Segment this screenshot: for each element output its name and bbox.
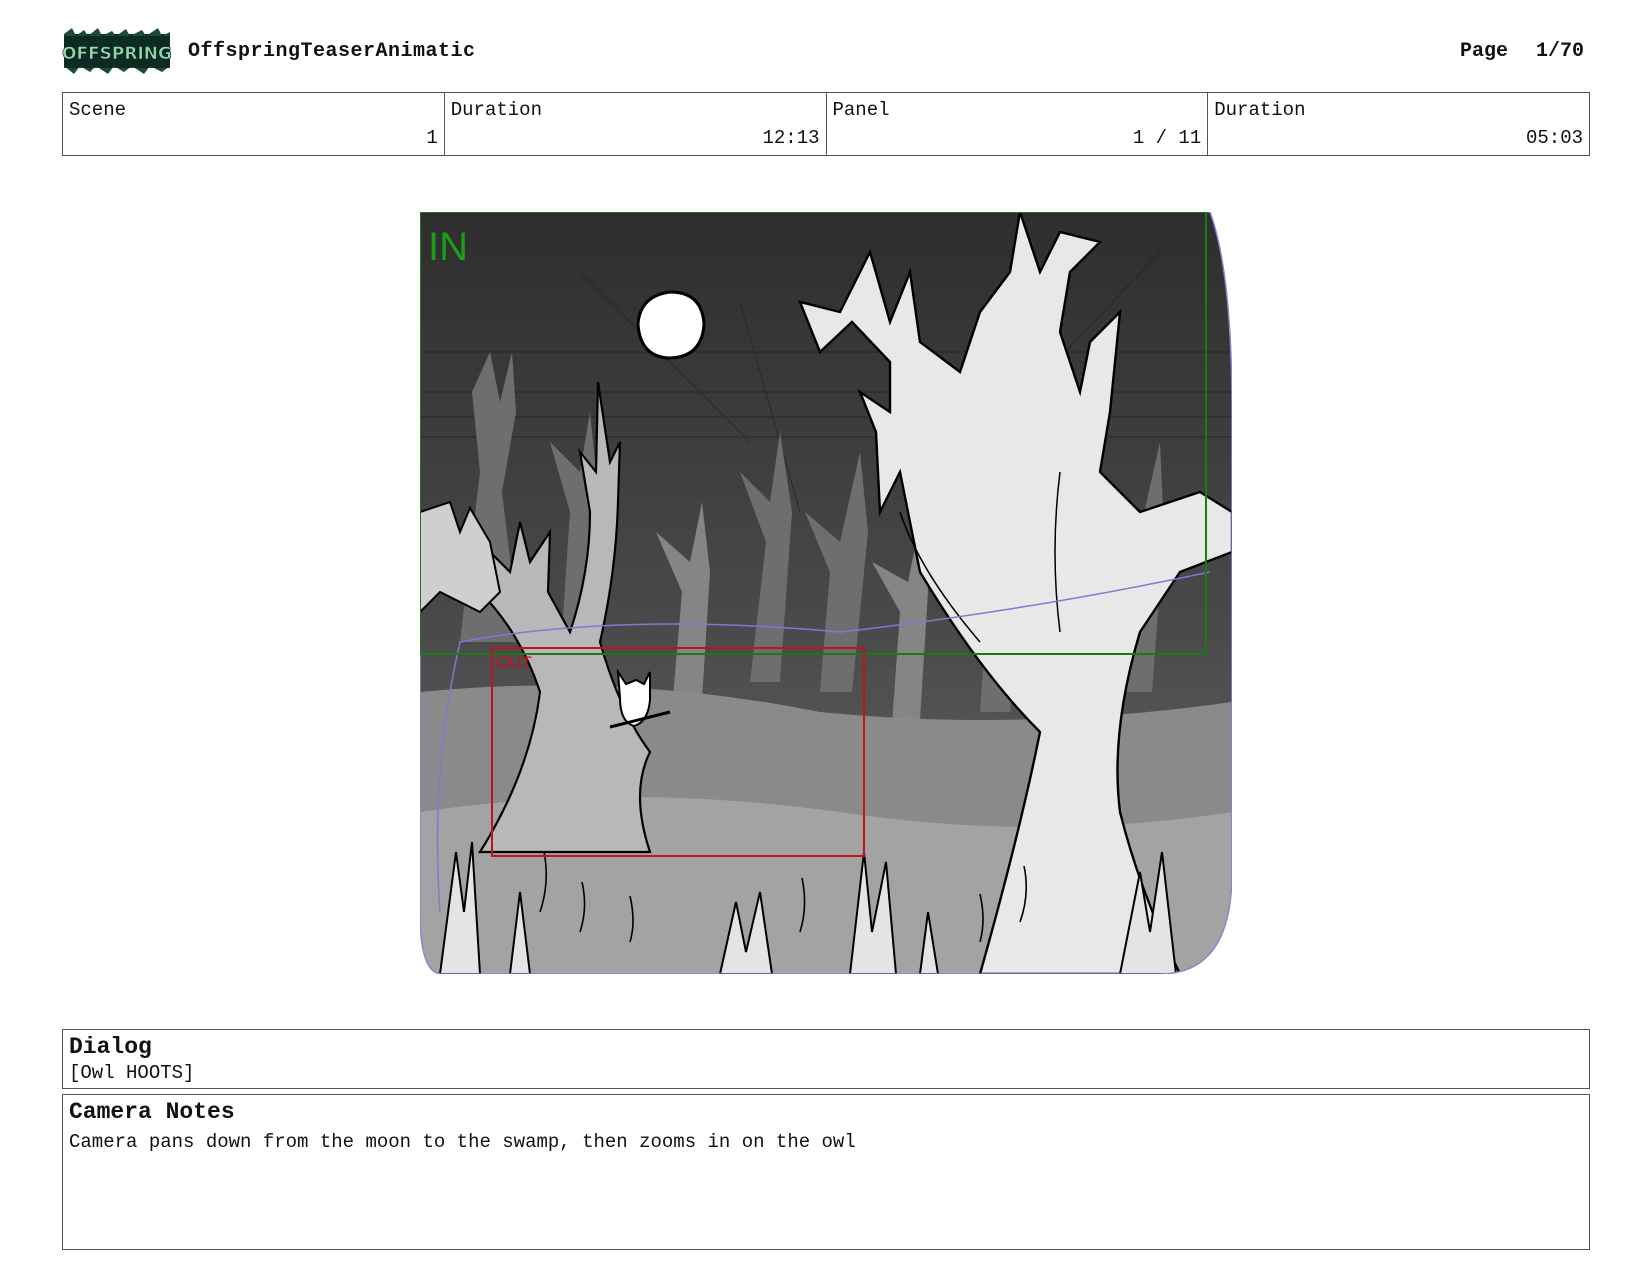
page-header: OFFSPRING OffspringTeaserAnimatic Page 1… xyxy=(62,28,1592,74)
panel-cell: Panel 1 / 11 xyxy=(827,93,1209,155)
camera-notes-text: Camera pans down from the moon to the sw… xyxy=(69,1131,856,1153)
panel-value: 1 / 11 xyxy=(1132,127,1202,149)
scene-info-table: Scene 1 Duration 12:13 Panel 1 / 11 Dura… xyxy=(62,92,1590,156)
dialog-text: [Owl HOOTS] xyxy=(69,1062,195,1084)
scene-duration-value: 12:13 xyxy=(762,127,820,149)
camera-out-label: OUT xyxy=(496,653,532,672)
moon xyxy=(636,290,706,360)
scene-value: 1 xyxy=(426,127,438,149)
storyboard-panel-image: IN OUT xyxy=(420,212,1232,974)
camera-notes-section: Camera Notes Camera pans down from the m… xyxy=(62,1094,1590,1250)
scene-cell: Scene 1 xyxy=(63,93,445,155)
dialog-heading: Dialog xyxy=(69,1034,152,1060)
panel-duration-value: 05:03 xyxy=(1525,127,1583,149)
project-title: OffspringTeaserAnimatic xyxy=(188,40,476,63)
panel-duration-label: Duration xyxy=(1214,99,1306,121)
svg-text:OFFSPRING: OFFSPRING xyxy=(62,44,172,64)
panel-duration-cell: Duration 05:03 xyxy=(1208,93,1589,155)
offspring-logo: OFFSPRING xyxy=(62,28,172,74)
camera-notes-heading: Camera Notes xyxy=(69,1099,235,1125)
camera-in-label: IN xyxy=(428,225,468,269)
scene-duration-label: Duration xyxy=(450,99,542,121)
page-number: 1/70 xyxy=(1535,40,1584,63)
scene-duration-cell: Duration 12:13 xyxy=(445,93,827,155)
page-label: Page xyxy=(1459,40,1508,63)
scene-label: Scene xyxy=(69,99,127,121)
panel-label: Panel xyxy=(832,99,890,121)
dialog-section: Dialog [Owl HOOTS] xyxy=(62,1029,1590,1089)
